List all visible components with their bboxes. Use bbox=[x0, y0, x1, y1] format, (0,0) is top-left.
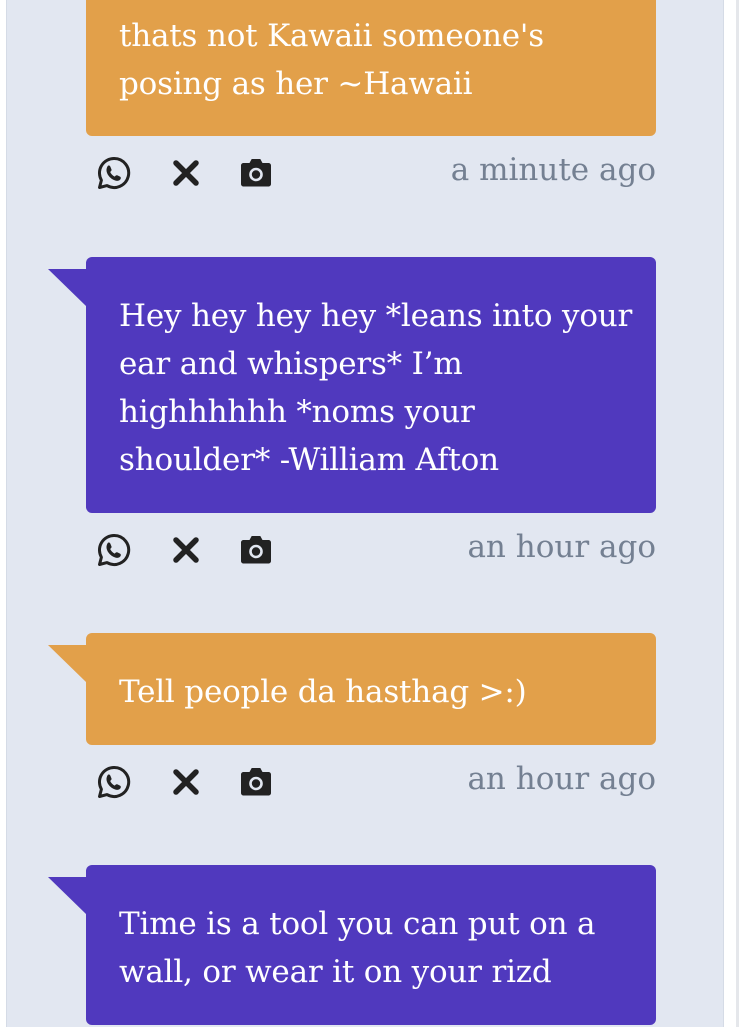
camera-icon bbox=[241, 536, 271, 564]
message-card: Hey hey hey hey *leans into your ear and… bbox=[48, 257, 656, 583]
message-card: thats not Kawaii someone's posing as her… bbox=[86, 0, 656, 206]
message-bubble: Time is a tool you can put on a wall, or… bbox=[48, 865, 656, 1025]
whatsapp-share-button[interactable] bbox=[95, 763, 133, 801]
scroll-edge bbox=[736, 0, 739, 1027]
message-actions: an hour ago bbox=[86, 513, 656, 583]
screenshot-button[interactable] bbox=[237, 763, 275, 801]
delete-button[interactable] bbox=[167, 154, 205, 192]
camera-icon bbox=[241, 159, 271, 187]
message-text: Time is a tool you can put on a wall, or… bbox=[119, 906, 596, 990]
screenshot-button[interactable] bbox=[237, 531, 275, 569]
camera-icon bbox=[241, 768, 271, 796]
delete-button[interactable] bbox=[167, 763, 205, 801]
close-icon bbox=[173, 160, 199, 186]
message-timestamp: an hour ago bbox=[467, 529, 656, 565]
screenshot-button[interactable] bbox=[237, 154, 275, 192]
message-card: Time is a tool you can put on a wall, or… bbox=[48, 865, 656, 1025]
message-text: Hey hey hey hey *leans into your ear and… bbox=[119, 298, 633, 478]
message-text: thats not Kawaii someone's posing as her… bbox=[119, 18, 544, 102]
bubble-tail bbox=[48, 269, 86, 306]
whatsapp-share-button[interactable] bbox=[95, 531, 133, 569]
message-timestamp: an hour ago bbox=[467, 761, 656, 797]
whatsapp-icon bbox=[98, 156, 131, 189]
message-feed: thats not Kawaii someone's posing as her… bbox=[6, 0, 724, 1027]
message-text: Tell people da hasthag >:) bbox=[119, 674, 527, 710]
message-bubble: Tell people da hasthag >:) bbox=[48, 633, 656, 745]
message-bubble: Hey hey hey hey *leans into your ear and… bbox=[48, 257, 656, 513]
bubble-tail bbox=[48, 645, 86, 682]
message-bubble: thats not Kawaii someone's posing as her… bbox=[86, 0, 656, 136]
close-icon bbox=[173, 537, 199, 563]
message-actions: an hour ago bbox=[86, 745, 656, 815]
whatsapp-icon bbox=[98, 533, 131, 566]
whatsapp-share-button[interactable] bbox=[95, 154, 133, 192]
whatsapp-icon bbox=[98, 765, 131, 798]
bubble-tail bbox=[48, 877, 86, 914]
close-icon bbox=[173, 769, 199, 795]
message-timestamp: a minute ago bbox=[450, 152, 656, 188]
message-actions: a minute ago bbox=[86, 136, 656, 206]
delete-button[interactable] bbox=[167, 531, 205, 569]
message-card: Tell people da hasthag >:) an hour ago bbox=[48, 633, 656, 815]
